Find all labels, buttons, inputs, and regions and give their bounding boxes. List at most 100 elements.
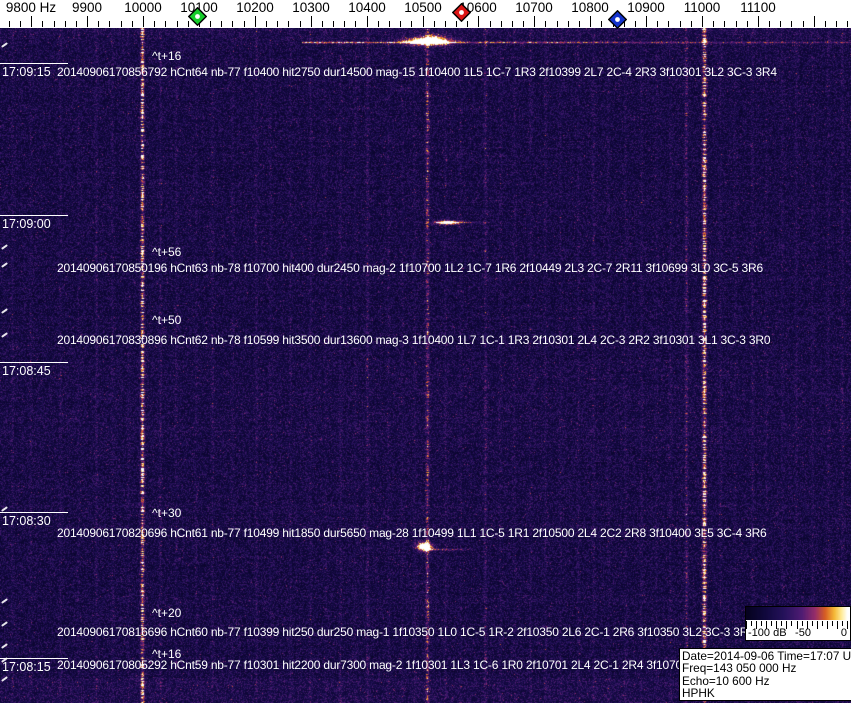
freq-minor-tick: [780, 21, 781, 27]
freq-label: 10200: [236, 0, 274, 15]
freq-minor-tick: [713, 21, 714, 27]
freq-minor-tick: [322, 21, 323, 27]
event-time-offset-marker: ^t+50: [152, 313, 181, 327]
db-scale-tick: [842, 621, 843, 626]
freq-minor-tick: [378, 21, 379, 27]
event-time-offset-marker: ^t+20: [152, 606, 181, 620]
freq-major-tick: [758, 16, 759, 27]
freq-minor-tick: [411, 21, 412, 27]
freq-minor-tick: [445, 21, 446, 27]
freq-minor-tick: [344, 21, 345, 27]
freq-label: 10000: [124, 0, 162, 15]
freq-minor-tick: [389, 21, 390, 27]
info-date-time: Date=2014-09-06 Time=17:07 UTC: [682, 650, 851, 662]
freq-minor-tick: [244, 21, 245, 27]
freq-major-tick: [87, 16, 88, 27]
spectrogram-canvas: [0, 28, 851, 703]
freq-minor-tick: [277, 21, 278, 27]
db-scale-label-min: -100 dB: [748, 627, 787, 639]
freq-minor-tick: [109, 21, 110, 27]
freq-minor-tick: [568, 21, 569, 27]
freq-minor-tick: [680, 21, 681, 27]
db-scale-tick: [817, 621, 818, 629]
time-label-text: 17:09:15: [2, 65, 51, 79]
db-scale-label-max: 0: [841, 627, 847, 639]
freq-major-tick: [367, 16, 368, 27]
time-label: 17:08:45: [0, 362, 68, 378]
freq-major-tick: [423, 16, 424, 27]
db-scale-tick: [832, 621, 833, 626]
status-info-box: Date=2014-09-06 Time=17:07 UTC Freq=143 …: [679, 648, 851, 701]
event-time-offset-marker: ^t+56: [152, 245, 181, 259]
freq-major-tick: [311, 16, 312, 27]
freq-label: 11000: [684, 0, 721, 15]
freq-minor-tick: [232, 21, 233, 27]
freq-label: 10700: [515, 0, 553, 15]
freq-minor-tick: [9, 21, 10, 27]
freq-major-tick: [255, 16, 256, 27]
freq-minor-tick: [434, 21, 435, 27]
freq-label: 10300: [292, 0, 330, 15]
db-scale-tick: [812, 621, 813, 626]
freq-minor-tick: [42, 21, 43, 27]
freq-minor-tick: [221, 21, 222, 27]
blue-diamond-marker[interactable]: [608, 10, 627, 34]
time-label-text: 17:08:45: [2, 364, 51, 378]
freq-major-tick: [143, 16, 144, 27]
event-detection-text: 20140906170816696 hCnt60 nb-77 f10399 hi…: [57, 625, 755, 639]
freq-minor-tick: [668, 21, 669, 27]
freq-minor-tick: [836, 21, 837, 27]
freq-major-tick: [31, 16, 32, 27]
freq-minor-tick: [635, 21, 636, 27]
freq-minor-tick: [747, 21, 748, 27]
freq-major-tick: [814, 16, 815, 27]
event-time-offset-marker: ^t+16: [152, 49, 181, 63]
freq-minor-tick: [825, 21, 826, 27]
time-label-text: 17:08:30: [2, 514, 51, 528]
green-diamond-marker[interactable]: [188, 7, 207, 31]
db-scale-label-mid: -50: [795, 627, 811, 639]
freq-minor-tick: [847, 21, 848, 27]
event-detection-text: 20140906170850196 hCnt63 nb-78 f10700 hi…: [57, 261, 763, 275]
db-scale-tick: [837, 621, 838, 629]
db-scale-tick: [751, 621, 752, 626]
freq-minor-tick: [98, 21, 99, 27]
freq-label: 11100: [740, 0, 776, 15]
freq-minor-tick: [154, 21, 155, 27]
freq-minor-tick: [65, 21, 66, 27]
red-diamond-marker[interactable]: [452, 3, 471, 27]
freq-minor-tick: [210, 21, 211, 27]
db-scale-tick: [781, 621, 782, 626]
event-detection-text: 20140906170805292 hCnt59 nb-77 f10301 hi…: [57, 658, 729, 672]
freq-minor-tick: [121, 21, 122, 27]
db-scale-tick: [771, 621, 772, 626]
spectrogram-display: 9800 Hz990010000101001020010300104001050…: [0, 0, 851, 703]
freq-label: 9900: [72, 0, 102, 15]
freq-label: 10900: [627, 0, 665, 15]
freq-major-tick: [646, 16, 647, 27]
freq-minor-tick: [300, 21, 301, 27]
db-scale-tick: [827, 621, 828, 629]
freq-minor-tick: [20, 21, 21, 27]
freq-minor-tick: [177, 21, 178, 27]
freq-minor-tick: [512, 21, 513, 27]
freq-minor-tick: [333, 21, 334, 27]
frequency-ruler: 9800 Hz990010000101001020010300104001050…: [0, 0, 851, 28]
freq-minor-tick: [54, 21, 55, 27]
freq-minor-tick: [501, 21, 502, 27]
freq-minor-tick: [355, 21, 356, 27]
freq-minor-tick: [601, 21, 602, 27]
freq-minor-tick: [545, 21, 546, 27]
freq-minor-tick: [288, 21, 289, 27]
db-scale-tick: [791, 621, 792, 626]
freq-minor-tick: [791, 21, 792, 27]
info-station-id: HPHK: [682, 687, 851, 699]
db-scale-tick: [802, 621, 803, 626]
db-scale-legend: -100 dB -50 0: [745, 606, 851, 641]
freq-minor-tick: [132, 21, 133, 27]
db-scale-tick: [847, 621, 848, 629]
freq-label: 10500: [404, 0, 442, 15]
time-label-text: 17:09:00: [2, 217, 51, 231]
freq-minor-tick: [557, 21, 558, 27]
db-scale-tick: [822, 621, 823, 626]
